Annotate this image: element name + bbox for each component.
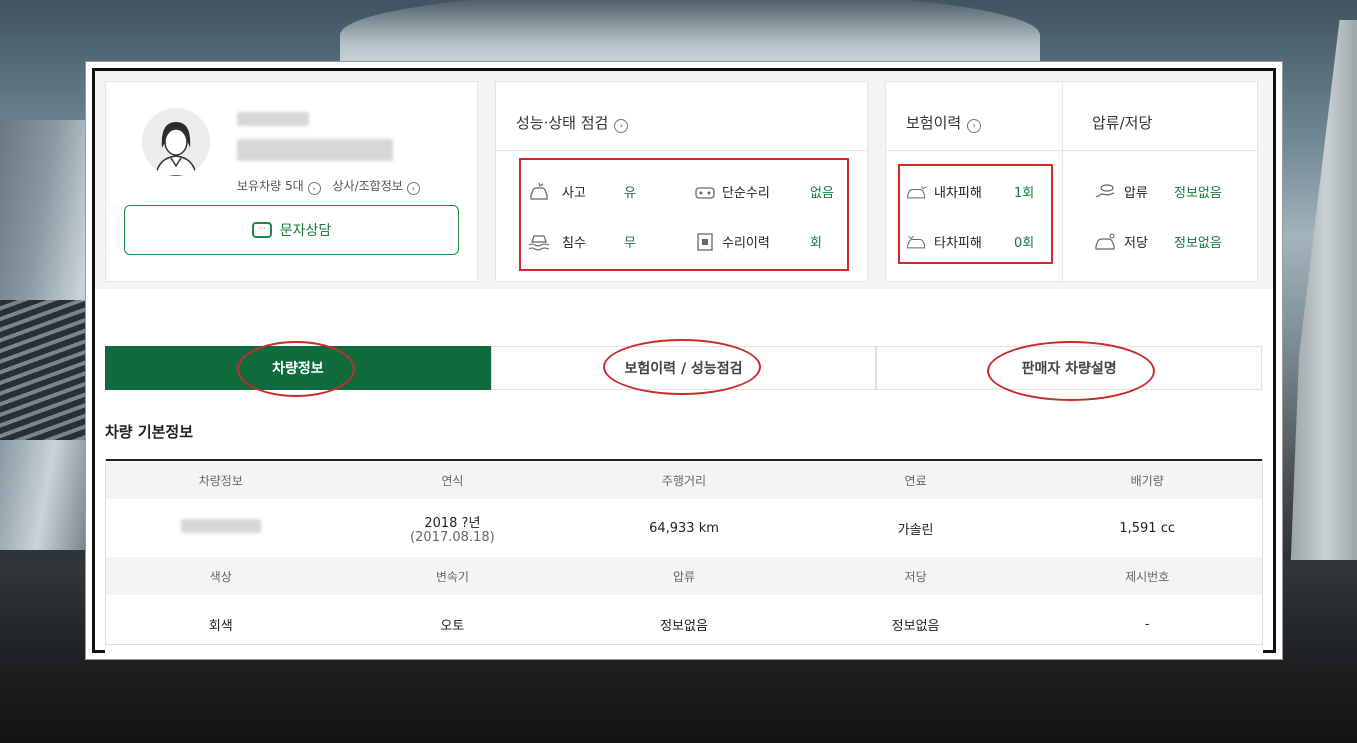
divider (496, 150, 867, 151)
table-header-row: 색상 변속기 압류 저당 제시번호 (105, 557, 1263, 595)
table-header: 배기량 (1031, 460, 1263, 499)
table-cell: 정보없음 (799, 595, 1032, 653)
registration-date: (2017.08.18) (410, 529, 495, 545)
arrow-circle-icon: › (307, 182, 321, 195)
arrow-circle-icon: › (967, 119, 982, 133)
table-header: 압류 (568, 557, 800, 595)
insurance-title[interactable]: 보험이력 › (906, 112, 982, 133)
lien-item-mortgage: 저당 정보없음 (1094, 232, 1222, 251)
inspection-card: 성능·상태 점검 › 사고 유 단순수리 없음 침수 무 수리이력 회 (495, 81, 868, 282)
screenshot-panel: 보유차량 5대 › 상사/조합정보 › ··· 문자상담 성능·상태 점검 › 사고 … (86, 62, 1282, 659)
insurance-title-text: 보험이력 (906, 114, 962, 132)
lien-title: 압류/저당 (1092, 114, 1153, 132)
table-cell: - (1031, 595, 1263, 653)
divider (1062, 82, 1063, 281)
lien-label: 저당 (1124, 236, 1148, 251)
vehicle-name-blurred (180, 519, 261, 533)
lien-value: 정보없음 (1174, 236, 1222, 251)
sms-consult-label: 문자상담 (279, 223, 332, 239)
table-cell: 오토 (336, 595, 569, 653)
arrow-circle-icon: › (614, 119, 629, 133)
annotation-red-oval (603, 339, 761, 395)
table-header: 주행거리 (568, 460, 800, 499)
table-header: 차량정보 (105, 460, 337, 499)
table-header: 제시번호 (1031, 557, 1263, 595)
table-cell (105, 499, 337, 557)
cars-owned-link[interactable]: 보유차량 5대 (237, 179, 304, 193)
table-cell: 1,591 cc (1031, 499, 1263, 557)
table-header: 연식 (336, 460, 569, 499)
table-header: 색상 (105, 557, 337, 595)
section-title: 차량 기본정보 (105, 423, 194, 441)
arrow-circle-icon: › (406, 182, 420, 195)
sms-consult-button[interactable]: ··· 문자상담 (124, 205, 459, 255)
table-row: 회색 오토 정보없음 정보없음 - (105, 595, 1263, 653)
vehicle-spec-table: 차량정보 연식 주행거리 연료 배기량 2018 ?년 (2017.08.18)… (105, 459, 1263, 653)
lien-value: 정보없음 (1174, 186, 1222, 201)
inspection-title[interactable]: 성능·상태 점검 › (516, 112, 629, 133)
inspection-title-text: 성능·상태 점검 (516, 114, 609, 132)
table-header: 연료 (799, 460, 1032, 499)
vehicle-detail-page: 보유차량 5대 › 상사/조합정보 › ··· 문자상담 성능·상태 점검 › 사고 … (92, 68, 1276, 653)
insurance-lien-card: 보험이력 › 압류/저당 내차피해 1회 타차피해 0회 압류 정보없음 저당 … (885, 81, 1258, 282)
table-cell: 회색 (105, 595, 337, 653)
seller-profile-card: 보유차량 5대 › 상사/조합정보 › ··· 문자상담 (105, 81, 478, 282)
table-header-row: 차량정보 연식 주행거리 연료 배기량 (105, 460, 1263, 499)
seller-avatar (142, 108, 210, 176)
background-pillar (1290, 20, 1357, 580)
lien-item-seizure: 압류 정보없음 (1094, 182, 1222, 201)
table-cell: 가솔린 (799, 499, 1032, 557)
table-cell: 정보없음 (568, 595, 800, 653)
divider (886, 150, 1257, 151)
background-car-grille (0, 300, 100, 440)
hand-coin-icon (1094, 183, 1116, 201)
table-header: 변속기 (336, 557, 569, 595)
lien-label: 압류 (1124, 186, 1148, 201)
annotation-red-oval (237, 341, 355, 397)
table-header: 저당 (799, 557, 1032, 595)
annotation-red-box (519, 158, 849, 271)
year-value: 2018 ?년 (424, 515, 481, 531)
chat-bubble-icon: ··· (251, 222, 272, 238)
seller-phone-blurred (237, 139, 393, 161)
seller-links: 보유차량 5대 › 상사/조합정보 › (237, 177, 428, 195)
table-cell: 64,933 km (568, 499, 800, 557)
shop-info-link[interactable]: 상사/조합정보 (332, 179, 402, 193)
seller-name-blurred (237, 112, 309, 126)
annotation-red-box (898, 164, 1053, 264)
table-row: 2018 ?년 (2017.08.18) 64,933 km 가솔린 1,591… (105, 499, 1263, 557)
annotation-red-oval (987, 341, 1155, 401)
car-key-icon (1094, 232, 1116, 251)
table-cell: 2018 ?년 (2017.08.18) (336, 499, 569, 557)
